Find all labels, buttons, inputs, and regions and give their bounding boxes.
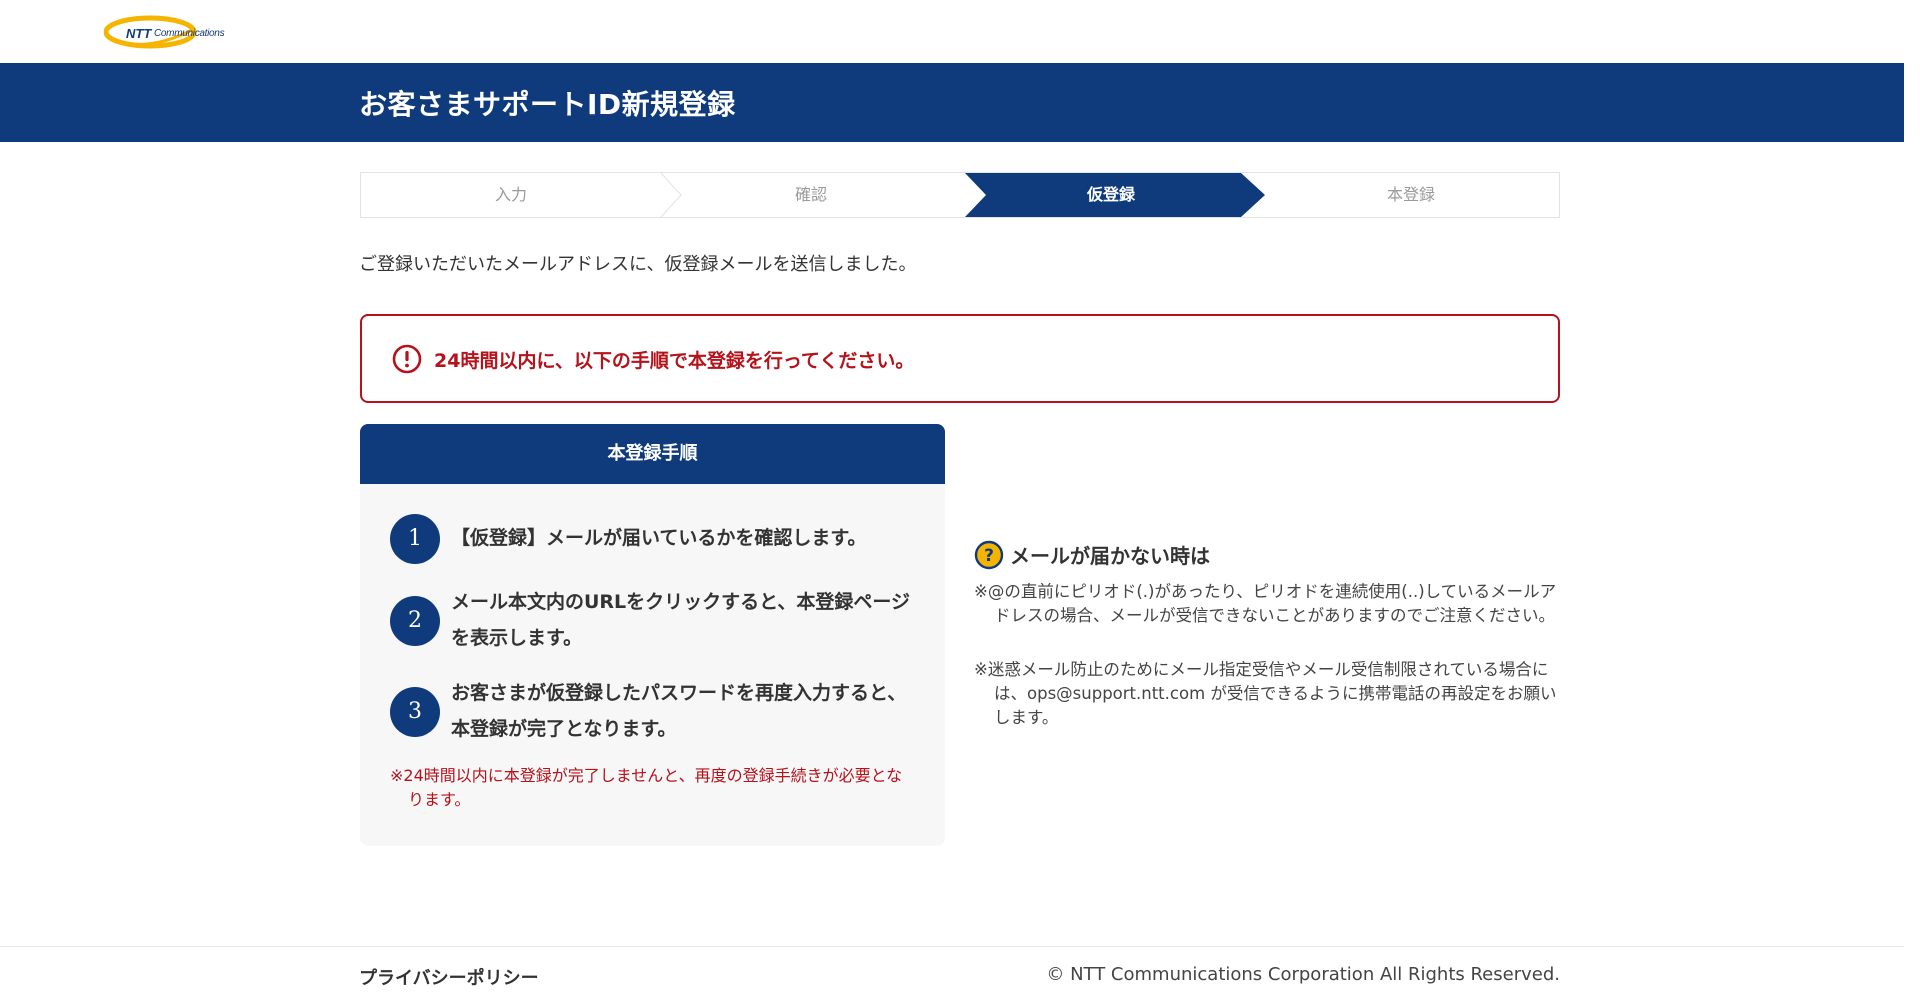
step-confirm: 確認 — [794, 185, 827, 204]
page-title: お客さまサポートID新規登録 — [359, 88, 736, 121]
step-text: 【仮登録】メールが届いているかを確認します。 — [451, 527, 867, 549]
list-item: 2 メール本文内のURLをクリックすると、本登録ページを表示します。 — [390, 584, 920, 664]
step-number-badge: 1 — [390, 514, 440, 564]
logo-communications-text: Communications — [154, 28, 225, 39]
help-note-spam-filter: ※迷惑メール防止のためにメール指定受信やメール受信制限されている場合には、ops… — [974, 660, 1557, 727]
help-title: メールが届かない時は — [1010, 544, 1210, 568]
alert-text: 24時間以内に、以下の手順で本登録を行ってください。 — [434, 350, 915, 372]
logo-bar: NTT Communications — [0, 0, 1920, 63]
logo-ntt-text: NTT — [126, 26, 152, 41]
privacy-policy-link[interactable]: プライバシーポリシー — [359, 964, 539, 990]
steps-panel-title: 本登録手順 — [360, 424, 945, 484]
step-text: メール本文内のURLをクリックすると、本登録ページを表示します。 — [451, 591, 911, 649]
list-item: 3 お客さまが仮登録したパスワードを再度入力すると、本登録が完了となります。 — [390, 675, 920, 755]
exclamation-circle-icon — [392, 344, 422, 374]
alert-box: 24時間以内に、以下の手順で本登録を行ってください。 — [360, 314, 1560, 403]
step-text: お客さまが仮登録したパスワードを再度入力すると、本登録が完了となります。 — [451, 682, 907, 740]
svg-text:?: ? — [984, 546, 994, 566]
ntt-communications-logo[interactable]: NTT Communications — [104, 15, 244, 49]
step-input: 入力 — [494, 185, 527, 204]
step-number-badge: 3 — [390, 687, 440, 737]
progress-stepper: 入力 確認 仮登録 本登録 — [360, 172, 1560, 218]
copyright-text: © NTT Communications Corporation All Rig… — [1046, 964, 1560, 985]
question-circle-icon: ? — [974, 540, 1004, 570]
scrollbar-track[interactable] — [1904, 0, 1920, 1007]
footer: プライバシーポリシー © NTT Communications Corporat… — [0, 946, 1920, 1007]
step-provisional-registration: 仮登録 — [1086, 185, 1135, 204]
list-item: 1 【仮登録】メールが届いているかを確認します。 — [390, 514, 920, 564]
step-full-registration: 本登録 — [1386, 185, 1435, 204]
registration-steps-panel: 本登録手順 1 【仮登録】メールが届いているかを確認します。 2 メール本文内の… — [360, 424, 945, 846]
help-note-period: ※@の直前にピリオド(.)があったり、ピリオドを連続使用(..)しているメールア… — [974, 582, 1557, 625]
header-band: お客さまサポートID新規登録 — [0, 63, 1920, 142]
steps-deadline-note: ※24時間以内に本登録が完了しませんと、再度の登録手続きが必要となります。 — [390, 766, 903, 809]
step-number-badge: 2 — [390, 596, 440, 646]
intro-message: ご登録いただいたメールアドレスに、仮登録メールを送信しました。 — [359, 254, 917, 275]
